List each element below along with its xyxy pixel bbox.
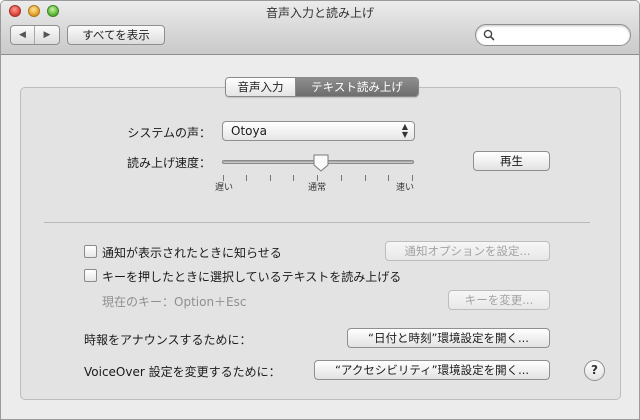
slider-tick — [388, 175, 389, 181]
rate-fast-label: 速い — [395, 183, 414, 193]
section-divider — [44, 222, 590, 223]
search-icon — [483, 29, 495, 41]
announce-notifications-checkbox[interactable] — [84, 245, 97, 258]
forward-arrow-icon: ▶ — [43, 30, 51, 40]
search-input[interactable] — [498, 27, 624, 43]
tab-bar: 音声入力 テキスト読み上げ — [225, 77, 419, 97]
back-arrow-icon: ◀ — [19, 30, 26, 40]
announce-time-label: 時報をアナウンスするために： — [84, 333, 252, 347]
notification-options-button[interactable]: 通知オプションを設定... — [385, 241, 550, 261]
slider-tick — [270, 175, 271, 181]
back-button[interactable]: ◀ — [11, 26, 35, 44]
current-key-label: 現在のキー：Option＋Esc — [102, 295, 247, 309]
tab-dictation[interactable]: 音声入力 — [226, 78, 296, 96]
speak-selection-checkbox[interactable] — [84, 269, 97, 282]
preferences-window: 音声入力と読み上げ ◀ ▶ すべてを表示 音声入力 テキスト読み上げ システムの… — [0, 0, 640, 420]
slider-tick — [341, 175, 342, 181]
zoom-window-button[interactable] — [47, 5, 59, 17]
forward-button[interactable]: ▶ — [35, 26, 59, 44]
change-key-button[interactable]: キーを変更... — [448, 290, 550, 310]
back-forward-control: ◀ ▶ — [10, 25, 60, 45]
open-accessibility-prefs-button[interactable]: “アクセシビリティ”環境設定を開く... — [314, 360, 550, 380]
close-window-button[interactable] — [9, 5, 21, 17]
announce-notifications-label: 通知が表示されたときに知らせる — [102, 246, 282, 260]
open-date-time-prefs-button[interactable]: “日付と時刻”環境設定を開く... — [347, 328, 550, 348]
show-all-button[interactable]: すべてを表示 — [67, 25, 165, 45]
speaking-rate-label: 読み上げ速度： — [126, 156, 211, 170]
speaking-rate-slider-knob[interactable] — [313, 154, 329, 172]
system-voice-popup[interactable]: Otoya ▲ ▼ — [222, 121, 415, 141]
voiceover-label: VoiceOver 設定を変更するために： — [84, 365, 281, 379]
slider-tick — [293, 175, 294, 181]
system-voice-label: システムの声： — [127, 126, 211, 140]
search-field[interactable] — [475, 24, 631, 46]
window-title: 音声入力と読み上げ — [265, 6, 374, 20]
help-button[interactable]: ? — [584, 360, 605, 381]
rate-slow-label: 遅い — [214, 183, 233, 193]
play-button[interactable]: 再生 — [473, 151, 550, 171]
system-voice-value: Otoya — [231, 124, 267, 138]
rate-normal-label: 通常 — [307, 183, 326, 193]
speak-selection-label: キーを押したときに選択しているテキストを読み上げる — [102, 270, 402, 284]
toolbar: 音声入力と読み上げ ◀ ▶ すべてを表示 — [1, 1, 639, 55]
tab-text-to-speech[interactable]: テキスト読み上げ — [296, 78, 418, 96]
minimize-window-button[interactable] — [28, 5, 40, 17]
popup-arrows-icon: ▲ ▼ — [401, 122, 408, 139]
slider-tick — [365, 175, 366, 181]
slider-tick — [246, 175, 247, 181]
